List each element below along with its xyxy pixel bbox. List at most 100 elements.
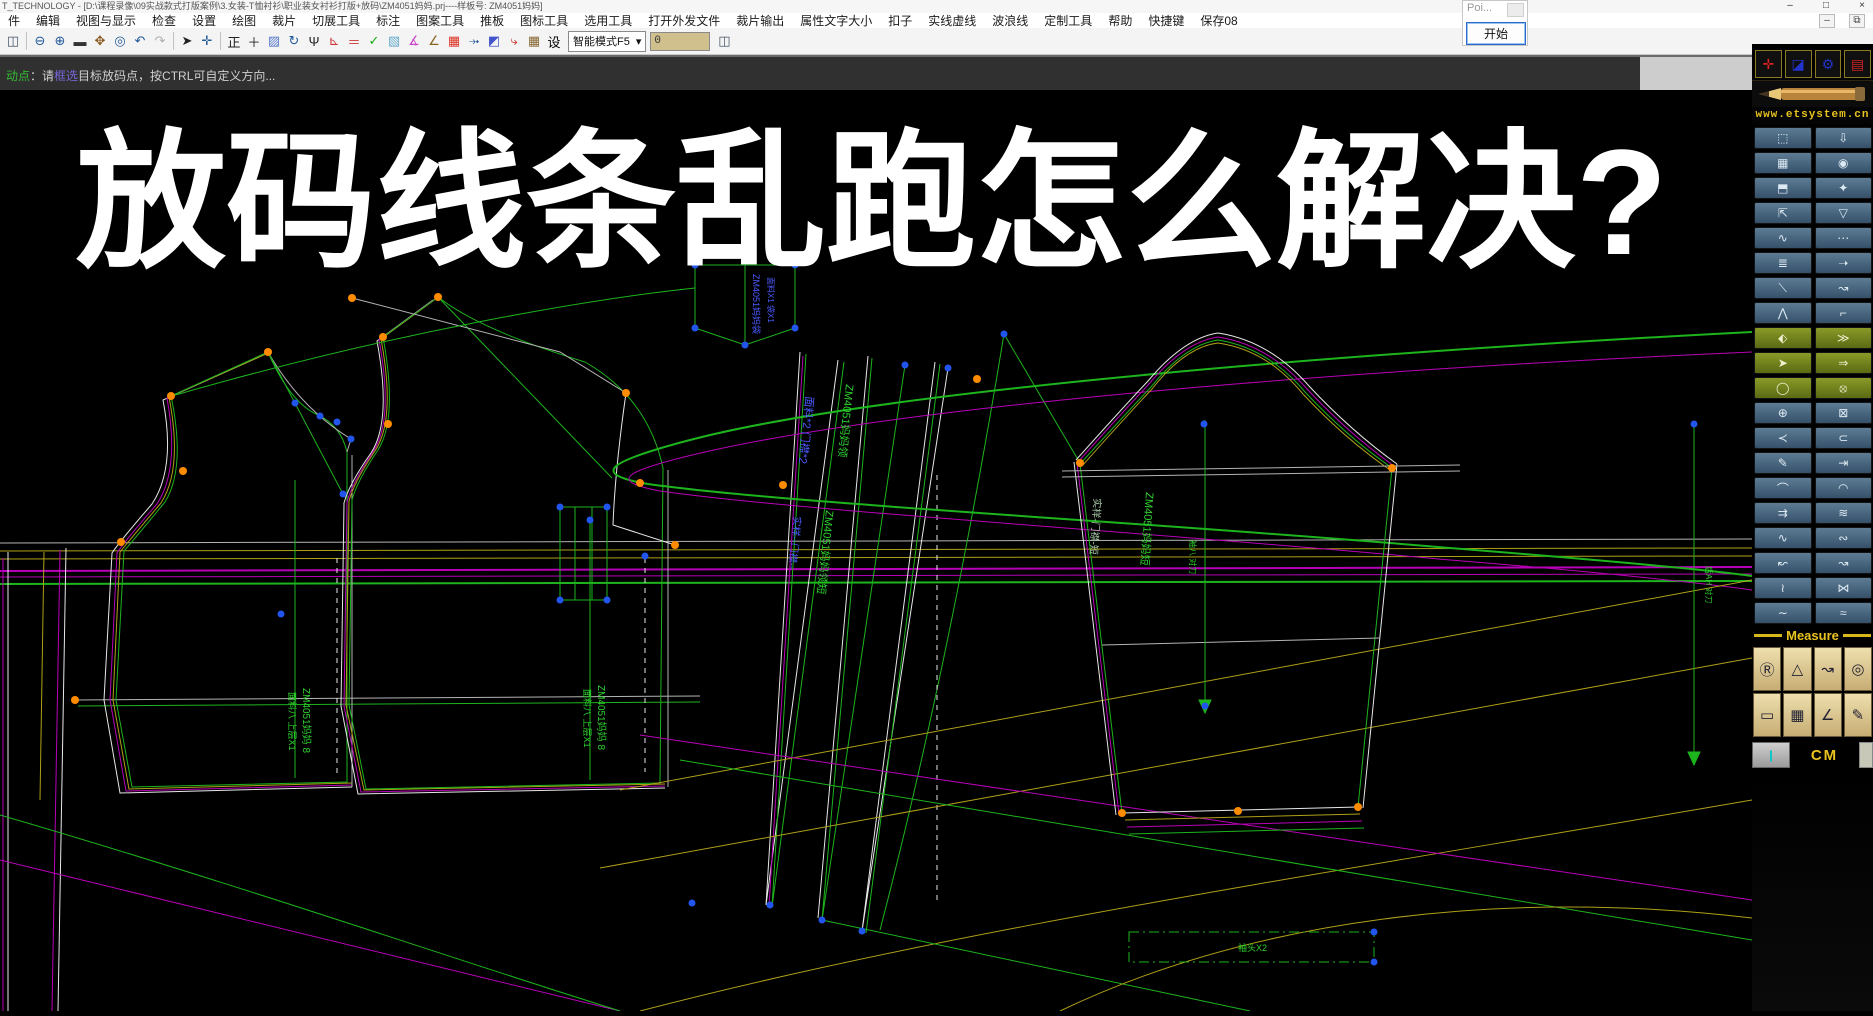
menu-item[interactable]: 裁片	[264, 12, 304, 29]
sidebar-tool[interactable]: ⋀	[1754, 302, 1812, 324]
pattern-line[interactable]	[1363, 464, 1397, 808]
toolbar-button-zoom-out[interactable]: ⊖	[30, 31, 50, 52]
measure-tool[interactable]: ▭	[1753, 693, 1781, 737]
menu-item[interactable]: 波浪线	[984, 12, 1036, 29]
pattern-line[interactable]	[104, 357, 352, 793]
curve-point[interactable]	[604, 597, 611, 604]
pattern-line[interactable]	[822, 358, 905, 920]
sidebar-tool[interactable]: ⌐	[1815, 302, 1873, 324]
toolbar-button-zoom-prev[interactable]: ◎	[110, 31, 130, 52]
measure-tool[interactable]: △	[1783, 647, 1811, 691]
menu-item[interactable]: 图案工具	[408, 12, 472, 29]
maximize-button[interactable]: □	[1819, 0, 1833, 13]
pattern-line[interactable]	[110, 355, 352, 791]
toolbar-button-smart-check[interactable]: ✓	[364, 31, 384, 52]
grade-value-input[interactable]	[650, 32, 710, 51]
toolbar-button-hook[interactable]: ⤷	[504, 31, 524, 52]
sidebar-tool[interactable]: ↜	[1754, 552, 1812, 574]
pattern-line[interactable]	[346, 298, 665, 790]
curve-point[interactable]	[902, 362, 909, 369]
page-button[interactable]: ◫	[714, 31, 734, 52]
menu-item[interactable]: 标注	[368, 12, 408, 29]
sidebar-tool[interactable]: ▦	[1754, 152, 1812, 174]
calculator-icon[interactable]	[1859, 742, 1873, 768]
sidebar-tool[interactable]: ≀	[1754, 577, 1812, 599]
pattern-line[interactable]	[640, 800, 1752, 1011]
mode-dropdown[interactable]: 智能模式F5 ▾	[568, 31, 646, 52]
menu-item[interactable]: 视图与显示	[68, 12, 144, 29]
grade-point[interactable]	[1118, 809, 1126, 817]
pattern-line[interactable]	[1125, 814, 1360, 820]
sidebar-tool[interactable]: ◉	[1815, 152, 1873, 174]
sidebar-tool[interactable]: ➝	[1815, 252, 1873, 274]
pattern-line[interactable]	[268, 352, 343, 494]
point-panel-box[interactable]	[1507, 3, 1524, 17]
menu-item[interactable]: 图标工具	[512, 12, 576, 29]
sidebar-tool[interactable]: ⇥	[1815, 452, 1873, 474]
curve-point[interactable]	[1202, 703, 1209, 710]
pattern-line[interactable]	[822, 920, 1250, 1011]
sidebar-tool[interactable]: ∿	[1754, 227, 1812, 249]
menu-item[interactable]: 选用工具	[576, 12, 640, 29]
curve-point[interactable]	[742, 342, 749, 349]
pattern-line[interactable]	[1078, 337, 1394, 466]
measure-tool[interactable]: ✎	[1844, 693, 1872, 737]
sidebar-tool[interactable]: ⇩	[1815, 127, 1873, 149]
menu-item[interactable]: 帮助	[1100, 12, 1140, 29]
sidebar-tool[interactable]: ⬒	[1754, 177, 1812, 199]
measure-tool[interactable]: Ⓡ	[1753, 647, 1781, 691]
pattern-line[interactable]	[1076, 333, 1397, 464]
pattern-line[interactable]	[0, 860, 620, 1011]
grade-point[interactable]	[434, 293, 442, 301]
pattern-line[interactable]	[438, 297, 612, 478]
sidebar-tool[interactable]: ⌒	[1754, 477, 1812, 499]
toolbar-button-rotate[interactable]: ↻	[284, 31, 304, 52]
menu-item[interactable]: 扣子	[880, 12, 920, 29]
curve-point[interactable]	[767, 902, 774, 909]
curve-point[interactable]	[604, 504, 611, 511]
curve-point[interactable]	[642, 553, 649, 560]
pattern-line[interactable]	[0, 539, 1752, 543]
pattern-line[interactable]	[600, 658, 1752, 868]
menu-item[interactable]: 设置	[184, 12, 224, 29]
curve-point[interactable]	[278, 611, 285, 618]
sidebar-tool[interactable]: ≣	[1754, 252, 1812, 274]
layers-icon[interactable]: ▤	[1844, 50, 1871, 78]
toolbar-button-hatch[interactable]: ▧	[384, 31, 404, 52]
sidebar-tool[interactable]: ≺	[1754, 427, 1812, 449]
sidebar-tool[interactable]: ≋	[1815, 502, 1873, 524]
toolbar-button-full-screen[interactable]: ▬	[70, 31, 90, 52]
curve-point[interactable]	[587, 517, 594, 524]
sidebar-tool[interactable]: ◠	[1815, 477, 1873, 499]
curve-point[interactable]	[557, 597, 564, 604]
toolbar-button-fork[interactable]: Ψ	[304, 31, 324, 52]
pattern-line[interactable]	[1358, 468, 1392, 807]
sidebar-tool[interactable]: ⊂	[1815, 427, 1873, 449]
curve-point[interactable]	[334, 419, 341, 426]
pattern-line[interactable]	[344, 299, 665, 792]
grade-point[interactable]	[636, 479, 644, 487]
curve-point[interactable]	[792, 325, 799, 332]
sidebar-tool[interactable]: ∼	[1754, 602, 1812, 624]
pattern-line[interactable]	[680, 760, 1752, 940]
sidebar-tool[interactable]: ⦻	[1815, 377, 1873, 399]
curve-point[interactable]	[340, 491, 347, 498]
toolbar-button-flip[interactable]: ⤞	[464, 31, 484, 52]
curve-point[interactable]	[689, 900, 696, 907]
pattern-line[interactable]	[0, 567, 1752, 571]
menu-item[interactable]: 绘图	[224, 12, 264, 29]
measure-tool[interactable]: ◎	[1844, 647, 1872, 691]
grade-point[interactable]	[1076, 459, 1084, 467]
toolbar-button-perpendicular[interactable]: ⊾	[324, 31, 344, 52]
sidebar-tool[interactable]: ↝	[1815, 277, 1873, 299]
pattern-line[interactable]	[0, 574, 1752, 577]
grade-point[interactable]	[117, 538, 125, 546]
toolbar-button-grid[interactable]: ▦	[524, 31, 544, 52]
menu-item[interactable]: 检查	[144, 12, 184, 29]
menu-item[interactable]: 裁片输出	[728, 12, 792, 29]
mdi-restore-button[interactable]: ⧉	[1849, 14, 1865, 28]
grade-point[interactable]	[622, 389, 630, 397]
toolbar-button-brush[interactable]: ▨	[264, 31, 284, 52]
pattern-line[interactable]	[0, 815, 620, 1011]
mdi-minimize-button[interactable]: –	[1819, 14, 1835, 28]
